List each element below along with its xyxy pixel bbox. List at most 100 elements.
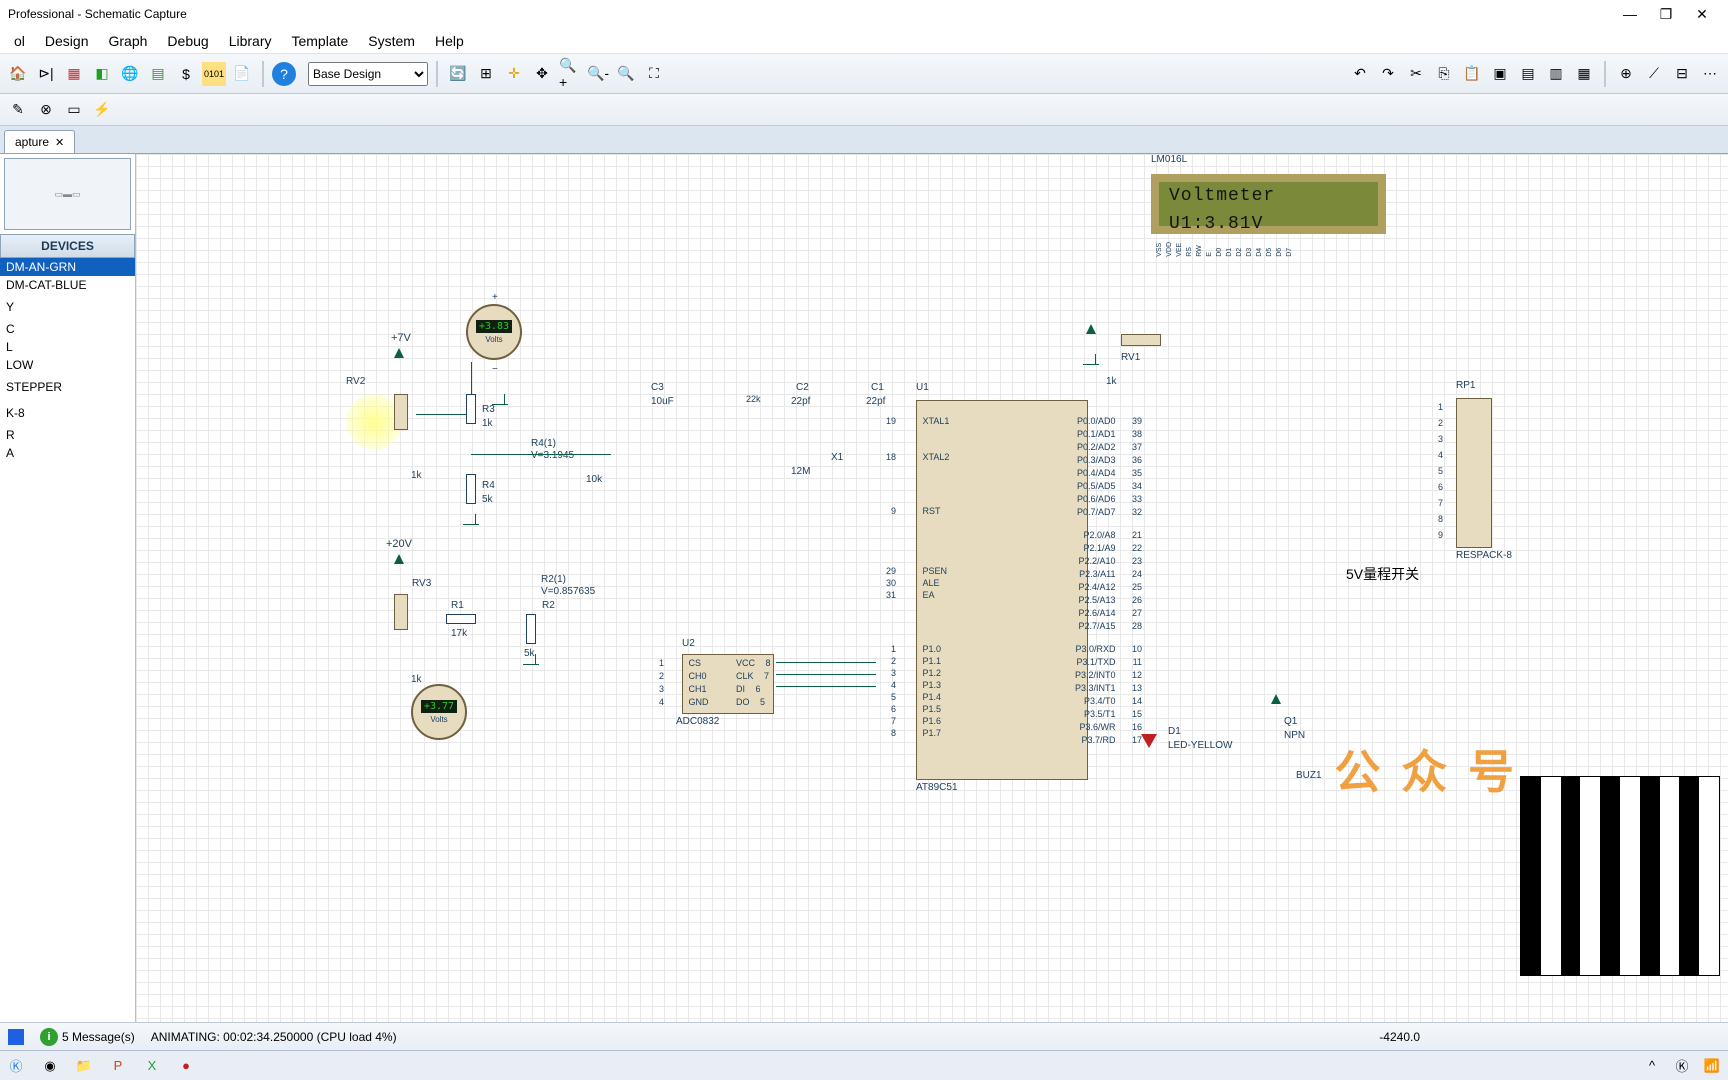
help-icon[interactable]: ? xyxy=(272,62,296,86)
paste-icon[interactable]: 📋 xyxy=(1460,62,1484,86)
device-item[interactable]: C xyxy=(0,320,135,338)
zoom-area-icon[interactable]: ⛶ xyxy=(642,62,666,86)
copy-icon[interactable]: ⎘ xyxy=(1432,62,1456,86)
explorer-icon[interactable]: 📁 xyxy=(74,1056,94,1076)
zoom-in-icon[interactable]: 🔍+ xyxy=(558,62,582,86)
net-icon[interactable]: ⊟ xyxy=(1670,62,1694,86)
vm1-plus: + xyxy=(492,292,498,303)
minimize-button[interactable]: — xyxy=(1620,6,1640,23)
rv1-pot[interactable] xyxy=(1121,334,1161,346)
origin-icon[interactable]: ✛ xyxy=(502,62,526,86)
powerpoint-icon[interactable]: P xyxy=(108,1056,128,1076)
menu-system[interactable]: System xyxy=(358,29,425,53)
tray-k-icon[interactable]: Ⓚ xyxy=(1672,1056,1692,1076)
separator xyxy=(262,61,264,87)
block-rotate-icon[interactable]: ▥ xyxy=(1544,62,1568,86)
menu-library[interactable]: Library xyxy=(219,29,282,53)
excel-icon[interactable]: X xyxy=(142,1056,162,1076)
device-item[interactable]: DM-CAT-BLUE xyxy=(0,276,135,294)
rv3-pot[interactable] xyxy=(394,594,408,630)
device-list[interactable]: DM-AN-GRN DM-CAT-BLUE Y C L LOW STEPPER … xyxy=(0,258,135,1022)
redo-icon[interactable]: ↷ xyxy=(1376,62,1400,86)
pcb-icon[interactable]: ◧ xyxy=(90,62,114,86)
more-icon[interactable]: ⋯ xyxy=(1698,62,1722,86)
zoom-all-icon[interactable]: 🔍 xyxy=(614,62,638,86)
tool2-icon[interactable]: ⊗ xyxy=(34,98,58,122)
lcd-ref: LM016L xyxy=(1151,154,1187,165)
chip-icon[interactable]: ▦ xyxy=(62,62,86,86)
device-item[interactable]: L xyxy=(0,338,135,356)
rv2-pot[interactable] xyxy=(394,394,408,430)
home-icon[interactable]: 🏠 xyxy=(6,62,30,86)
app-icon[interactable]: ◉ xyxy=(40,1056,60,1076)
status-messages[interactable]: 5 Message(s) xyxy=(62,1030,135,1044)
vm1-unit: Volts xyxy=(485,335,502,344)
block-delete-icon[interactable]: ▦ xyxy=(1572,62,1596,86)
wire xyxy=(471,454,611,455)
binary-icon[interactable]: 0101 xyxy=(202,62,226,86)
c3-label: C3 xyxy=(651,382,664,393)
c2-label: C2 xyxy=(796,382,809,393)
refresh-icon[interactable]: 🔄 xyxy=(446,62,470,86)
left-panel: ▭▬▭ DEVICES DM-AN-GRN DM-CAT-BLUE Y C L … xyxy=(0,154,136,1022)
r3-label: R3 xyxy=(482,404,495,415)
separator xyxy=(436,61,438,87)
status-simulation: ANIMATING: 00:02:34.250000 (CPU load 4%) xyxy=(151,1030,397,1044)
grid-icon[interactable]: ⊞ xyxy=(474,62,498,86)
tab-close-icon[interactable]: ✕ xyxy=(55,136,64,149)
doc-icon[interactable]: 📄 xyxy=(230,62,254,86)
r3-value: 1k xyxy=(482,418,493,429)
block-copy-icon[interactable]: ▣ xyxy=(1488,62,1512,86)
block-move-icon[interactable]: ▤ xyxy=(1516,62,1540,86)
device-item[interactable]: A xyxy=(0,444,135,462)
kicad-icon[interactable]: Ⓚ xyxy=(6,1056,26,1076)
r3-resistor xyxy=(466,394,476,424)
u1-type: AT89C51 xyxy=(916,782,958,793)
undo-icon[interactable]: ↶ xyxy=(1348,62,1372,86)
menu-debug[interactable]: Debug xyxy=(157,29,218,53)
menu-graph[interactable]: Graph xyxy=(99,29,158,53)
device-item[interactable]: R xyxy=(0,426,135,444)
device-item[interactable]: K-8 xyxy=(0,404,135,422)
design-select[interactable]: Base Design xyxy=(308,62,428,86)
bill-icon[interactable]: $ xyxy=(174,62,198,86)
menu-design[interactable]: Design xyxy=(35,29,99,53)
maximize-button[interactable]: ❐ xyxy=(1656,6,1676,23)
lightning-icon[interactable]: ⚡ xyxy=(90,98,114,122)
pan-icon[interactable]: ✥ xyxy=(530,62,554,86)
device-item[interactable]: LOW xyxy=(0,356,135,374)
wire-icon[interactable]: ⟋ xyxy=(1642,62,1666,86)
rp1-value: RESPACK-8 xyxy=(1456,550,1512,561)
menubar: ol Design Graph Debug Library Template S… xyxy=(0,28,1728,54)
lcd-line1: Voltmeter xyxy=(1159,182,1378,210)
wire xyxy=(776,686,876,687)
sim-running-icon[interactable] xyxy=(8,1029,24,1045)
menu-template[interactable]: Template xyxy=(281,29,358,53)
3d-icon[interactable]: 🌐 xyxy=(118,62,142,86)
tool3-icon[interactable]: ▭ xyxy=(62,98,86,122)
gerber-icon[interactable]: ▤ xyxy=(146,62,170,86)
cut-icon[interactable]: ✂ xyxy=(1404,62,1428,86)
devices-header: DEVICES xyxy=(0,234,135,258)
menu-help[interactable]: Help xyxy=(425,29,474,53)
sw5v-label: 5V量程开关 xyxy=(1346,564,1419,584)
wifi-icon[interactable]: 📶 xyxy=(1702,1056,1722,1076)
diode-icon[interactable]: ⊳| xyxy=(34,62,58,86)
menu-tool[interactable]: ol xyxy=(4,29,35,53)
pick-icon[interactable]: ⊕ xyxy=(1614,62,1638,86)
r1-label: R1 xyxy=(451,600,464,611)
device-item[interactable]: STEPPER xyxy=(0,378,135,396)
close-window-button[interactable]: ✕ xyxy=(1692,6,1712,23)
zoom-out-icon[interactable]: 🔍- xyxy=(586,62,610,86)
overview-preview[interactable]: ▭▬▭ xyxy=(4,158,131,230)
tray-up-icon[interactable]: ^ xyxy=(1642,1056,1662,1076)
tool1-icon[interactable]: ✎ xyxy=(6,98,30,122)
info-icon[interactable]: i xyxy=(40,1028,58,1046)
tab-schematic[interactable]: apture ✕ xyxy=(4,130,75,153)
device-item[interactable]: Y xyxy=(0,298,135,316)
schematic-canvas[interactable]: LM016L Voltmeter U1:3.81V VSS VDD VEE RS… xyxy=(136,154,1728,1022)
record-icon[interactable]: ● xyxy=(176,1056,196,1076)
probe-r2-name: R2(1) xyxy=(541,574,566,585)
device-item[interactable]: DM-AN-GRN xyxy=(0,258,135,276)
d1-value: LED-YELLOW xyxy=(1168,740,1232,751)
